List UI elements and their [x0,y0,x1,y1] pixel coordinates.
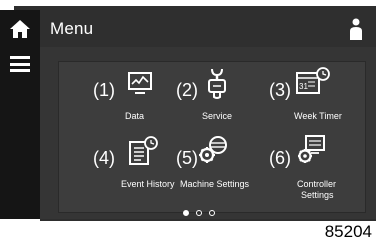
page-indicator [183,210,215,216]
tile-week-timer[interactable]: (3) 31 Week Timer [269,67,349,130]
left-sidebar [0,47,40,219]
svg-text:31: 31 [299,82,308,91]
page-dot-2[interactable] [196,210,202,216]
tile-controller-settings[interactable]: (6) Controller Settings [269,135,349,208]
main-area: (1) Data (2) Service (3) 31 Week Timer (… [40,47,376,219]
menu-panel: (1) Data (2) Service (3) 31 Week Timer (… [58,61,366,213]
screen-frame: Menu (1) Data (2) Service (3) 31 Week Ti… [0,0,378,242]
machine-settings-icon [199,136,227,163]
tile-service[interactable]: (2) Service [176,68,251,130]
user-icon[interactable] [348,17,364,41]
figure-number: 85204 [324,222,372,241]
tile-number: (4) [93,148,115,168]
tile-label: Controller [297,179,337,189]
footer-band [40,219,376,221]
service-wrench-icon [208,68,226,99]
data-chart-icon [128,72,152,94]
page-title: Menu [50,19,94,38]
tile-event-history[interactable]: (4) Event History [93,136,175,198]
home-button[interactable] [0,10,40,47]
page-dot-3[interactable] [209,210,215,216]
tile-number: (5) [176,148,198,168]
tile-label: Event History [121,179,175,189]
tile-label: Service [202,111,233,121]
header-bar: Menu [0,10,376,47]
tile-label: Machine Settings [180,179,250,189]
event-history-icon [129,136,158,165]
tile-data[interactable]: (1) Data [93,72,163,130]
controller-settings-icon [298,135,325,163]
tile-label-line2: Settings [301,190,334,200]
tile-number: (3) [269,80,291,100]
tile-number: (1) [93,80,115,100]
week-timer-icon: 31 [296,67,330,94]
tile-label: Week Timer [294,111,342,121]
hamburger-menu-icon[interactable] [10,56,30,72]
tile-number: (2) [176,80,198,100]
home-icon [10,19,30,38]
tile-label: Data [125,111,145,121]
tile-machine-settings[interactable]: (5) Machine Settings [176,136,264,198]
tile-number: (6) [269,148,291,168]
page-dot-1[interactable] [183,210,189,216]
